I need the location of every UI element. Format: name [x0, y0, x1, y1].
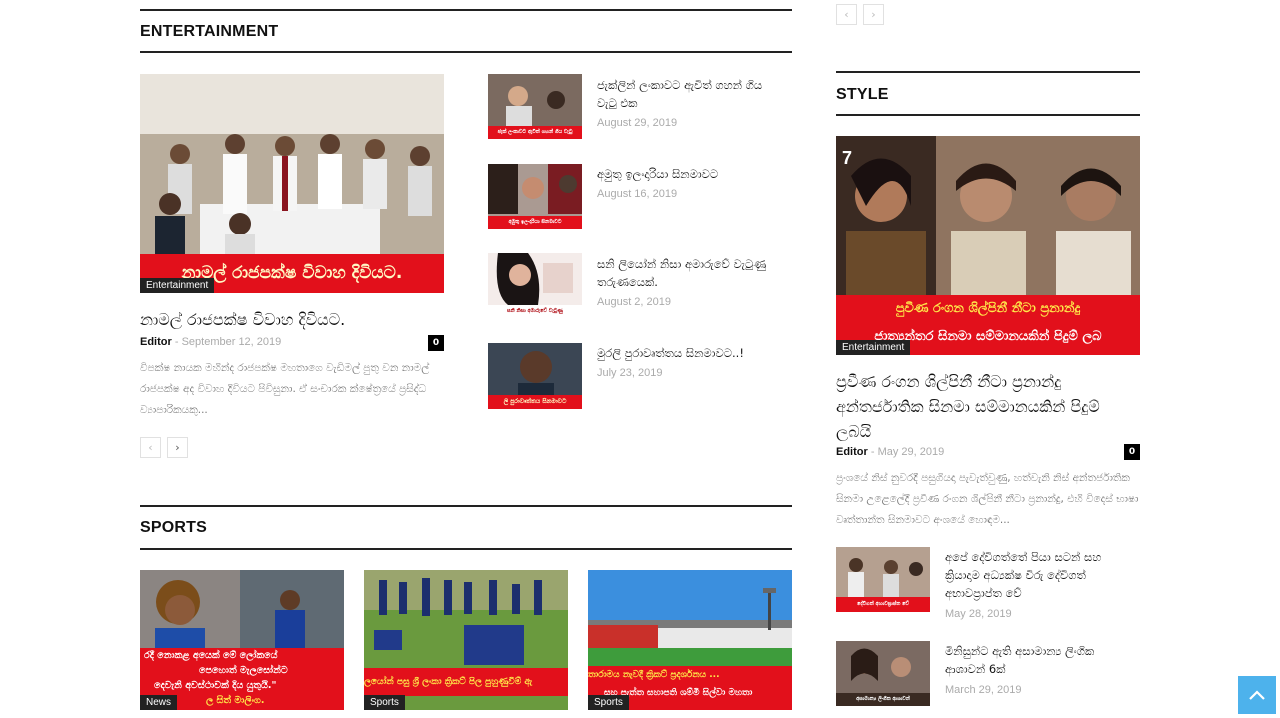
sports-item-thumb[interactable]: ලයෝන් පසු ශ්‍රී ලංකා ක්‍රිකට් පිල පුහුණු… — [364, 570, 568, 710]
next-page-button[interactable]: › — [863, 4, 884, 25]
category-badge[interactable]: Sports — [588, 695, 629, 710]
style-main-headline[interactable]: ප්‍රවීණ රංගන ශිල්පිනී නීටා ප්‍රනාන්දු අන… — [836, 369, 1140, 444]
sports-block-title[interactable]: SPORTS — [140, 519, 207, 537]
list-item-thumb[interactable]: දේවිගත් අභාවප්‍රාප්ත වේ — [836, 547, 930, 612]
thumb-banner: අසාමාන්‍ය ලිංගික ආශාවන් — [836, 693, 930, 706]
category-badge[interactable]: News — [140, 695, 178, 710]
list-item-date: August 29, 2019 — [597, 117, 678, 129]
list-item-thumb[interactable]: සනි නිසා අමාරුවේ වැටුණු — [488, 253, 582, 318]
list-item-title[interactable]: ජැක්ලින් ලංකාවට ඇවිත් ගහන් ගිය වැටු එක — [597, 76, 782, 112]
chevron-left-icon: ‹ — [844, 8, 849, 21]
sports-thumb-banner: ලයෝන් පසු ශ්‍රී ලංකා ක්‍රිකට් පිල පුහුණු… — [364, 668, 568, 696]
thumb-banner: ජැක් ලංකාවට ඇවිත් ගහන් ගිය වැටු — [488, 126, 582, 139]
sports-item-thumb[interactable]: තාරාමය නැවදී ක්‍රිකට් ප්‍රදර්ශනය ... සහ … — [588, 570, 792, 710]
entertainment-block-title[interactable]: ENTERTAINMENT — [140, 23, 278, 41]
chevron-up-icon — [1249, 690, 1265, 700]
list-item-date: August 16, 2019 — [597, 188, 678, 200]
list-item-title[interactable]: මිනිසුන්ට ඇති අසාමාන්‍ය ලිංගික ආශාවන් 6ක… — [945, 642, 1135, 678]
entertainment-pager: ‹ › — [140, 437, 188, 458]
entertainment-block-header: ENTERTAINMENT — [140, 9, 792, 53]
category-badge[interactable]: Entertainment — [140, 278, 215, 293]
list-item-date: August 2, 2019 — [597, 296, 672, 308]
style-main-thumb[interactable]: 7 පුවීණ රංගන ශිල්පිනී නීටා ප්‍රනාන්දු ජා… — [836, 136, 1140, 355]
list-item-title[interactable]: අපේ දේවිගත්තේ පියා සටන් සහ ක්‍රියාදාම අධ… — [945, 548, 1135, 602]
list-item-date: May 28, 2019 — [945, 608, 1012, 620]
chevron-right-icon: › — [175, 441, 180, 454]
style-block-title[interactable]: STYLE — [836, 86, 889, 104]
category-badge[interactable]: Sports — [364, 695, 405, 710]
sports-block-header: SPORTS — [140, 505, 792, 550]
list-item-title[interactable]: මුරලි පුරාවෘත්තය සිනමාවට..! — [597, 344, 782, 362]
list-item-thumb[interactable]: ජැක් ලංකාවට ඇවිත් ගහන් ගිය වැටු — [488, 74, 582, 139]
author-link[interactable]: Editor — [140, 336, 172, 348]
entertainment-main-headline[interactable]: නාමල් රාජපක්ෂ විවාහ දිවියට. — [140, 307, 440, 332]
thumb-banner: සනි නිසා අමාරුවේ වැටුණු — [488, 305, 582, 318]
category-badge[interactable]: Entertainment — [836, 340, 911, 355]
post-date: May 29, 2019 — [877, 446, 945, 458]
chevron-right-icon: › — [871, 8, 876, 21]
meta-separator: - — [174, 336, 182, 348]
chevron-left-icon: ‹ — [148, 441, 153, 454]
prev-page-button[interactable]: ‹ — [836, 4, 857, 25]
sports-item-thumb[interactable]: රදී නොකළ අයෙක් මේ ලෝකයේ පෙහොත් මැලසෝන්ට … — [140, 570, 344, 710]
entertainment-main-meta: Editor - September 12, 2019 — [140, 336, 281, 348]
list-item-date: March 29, 2019 — [945, 684, 1022, 696]
author-link[interactable]: Editor — [836, 446, 868, 458]
list-item-title[interactable]: අමුතු ඉලංදාරියා සිනමාවට — [597, 165, 782, 183]
comment-count-badge[interactable]: 0 — [1124, 444, 1140, 460]
list-item-thumb[interactable]: ලි පුරාවෘත්තය සිනමාවට — [488, 343, 582, 409]
list-item-thumb[interactable]: අසාමාන්‍ය ලිංගික ආශාවන් — [836, 641, 930, 706]
svg-text:7: 7 — [842, 148, 852, 168]
style-main-excerpt: ප්‍රංශයේ නිස් නුවරදී පසුගියදා පැවැත්වුණු… — [836, 472, 1139, 526]
prev-page-button[interactable]: ‹ — [140, 437, 161, 458]
entertainment-main-thumb[interactable]: නාමල් රාජපක්ෂ විවාහ දිවියට. Entertainmen… — [140, 74, 444, 293]
comment-count-badge[interactable]: 0 — [428, 335, 444, 351]
thumb-banner: දේවිගත් අභාවප්‍රාප්ත වේ — [836, 597, 930, 612]
meta-separator: - — [870, 446, 878, 458]
scroll-to-top-button[interactable] — [1238, 676, 1276, 714]
thumb-banner: ලි පුරාවෘත්තය සිනමාවට — [488, 395, 582, 409]
style-block-header: STYLE — [836, 71, 1140, 116]
style-main-meta: Editor - May 29, 2019 — [836, 446, 944, 458]
list-item-title[interactable]: සනි ලියෝන් නිසා අමාරුවේ වැටුණු තරුණයෙක්. — [597, 255, 782, 291]
list-item-date: July 23, 2019 — [597, 367, 663, 379]
entertainment-main-excerpt: විපක්ෂ නායක මහින්ද රාජපක්ෂ මහතාගෙ වැඩිමල… — [140, 362, 430, 416]
list-item-thumb[interactable]: අමුතු ඉලංදාරියා සිනමාවට — [488, 164, 582, 229]
post-date: September 12, 2019 — [181, 336, 282, 348]
thumb-banner: අමුතු ඉලංදාරියා සිනමාවට — [488, 216, 582, 229]
next-page-button[interactable]: › — [167, 437, 188, 458]
style-top-pager: ‹ › — [836, 4, 884, 25]
